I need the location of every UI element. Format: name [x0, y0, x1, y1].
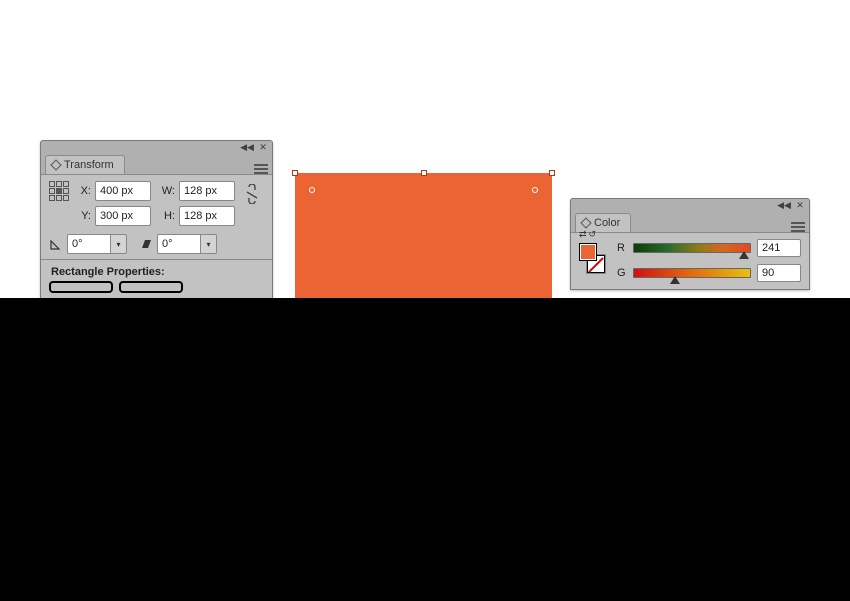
slider-row-r: R	[617, 239, 801, 257]
canvas-selected-rectangle[interactable]	[295, 173, 552, 298]
shear-icon	[139, 237, 153, 251]
constrain-proportions-icon[interactable]	[242, 181, 262, 207]
color-body: ⇄ ↺ RG	[571, 233, 809, 289]
x-input[interactable]	[95, 181, 151, 201]
h-input[interactable]	[179, 206, 235, 226]
channel-label: R	[617, 242, 627, 254]
tab-label: Transform	[64, 159, 114, 171]
slider-track-r[interactable]	[633, 243, 751, 253]
rotate-dropdown-button[interactable]: ▾	[111, 234, 127, 254]
rotate-icon	[49, 237, 63, 251]
rectangle-properties	[49, 281, 264, 293]
selection-handle-top-right[interactable]	[549, 170, 555, 176]
w-input[interactable]	[179, 181, 235, 201]
x-label: X:	[77, 185, 91, 197]
diamond-icon	[50, 159, 61, 170]
transform-body: X: W: Y: H: ▾	[41, 175, 272, 299]
rectangle-properties-label: Rectangle Properties:	[51, 266, 264, 278]
transform-panel: ◀◀ ✕ Transform X: W: Y:	[40, 140, 273, 300]
reference-point-grid[interactable]	[49, 181, 73, 205]
collapse-icon[interactable]: ◀◀	[242, 142, 252, 152]
channel-value-g[interactable]	[757, 264, 801, 282]
channel-label: G	[617, 267, 627, 279]
fill-stroke-swatches[interactable]	[579, 239, 607, 283]
close-icon[interactable]: ✕	[795, 200, 805, 210]
cropped-region	[0, 298, 850, 601]
selection-handle-top-left[interactable]	[292, 170, 298, 176]
tab-label: Color	[594, 217, 620, 229]
shear-dropdown-button[interactable]: ▾	[201, 234, 217, 254]
shear-input[interactable]	[157, 234, 201, 254]
y-label: Y:	[77, 210, 91, 222]
rect-height-box[interactable]	[119, 281, 183, 293]
selection-handle-top-middle[interactable]	[421, 170, 427, 176]
divider	[41, 259, 272, 260]
y-input[interactable]	[95, 206, 151, 226]
color-sliders: RG	[617, 239, 801, 283]
slider-thumb[interactable]	[739, 251, 749, 259]
fill-swatch[interactable]	[579, 243, 597, 261]
w-label: W:	[161, 185, 175, 197]
tab-row: Transform	[41, 153, 272, 175]
h-label: H:	[161, 210, 175, 222]
close-icon[interactable]: ✕	[258, 142, 268, 152]
slider-track-g[interactable]	[633, 268, 751, 278]
channel-value-r[interactable]	[757, 239, 801, 257]
tab-row: Color	[571, 211, 809, 233]
panel-topbar: ◀◀ ✕	[41, 141, 272, 153]
panel-menu-icon[interactable]	[791, 222, 805, 232]
slider-thumb[interactable]	[670, 276, 680, 284]
collapse-icon[interactable]: ◀◀	[779, 200, 789, 210]
color-panel: ◀◀ ✕ Color ⇄ ↺ RG	[570, 198, 810, 290]
panel-topbar: ◀◀ ✕	[571, 199, 809, 211]
panel-menu-icon[interactable]	[254, 164, 268, 174]
diamond-icon	[580, 217, 591, 228]
corner-radius-handle[interactable]	[532, 187, 538, 193]
slider-row-g: G	[617, 264, 801, 282]
rect-width-box[interactable]	[49, 281, 113, 293]
tab-transform[interactable]: Transform	[45, 155, 125, 174]
rotate-input[interactable]	[67, 234, 111, 254]
corner-radius-handle[interactable]	[309, 187, 315, 193]
